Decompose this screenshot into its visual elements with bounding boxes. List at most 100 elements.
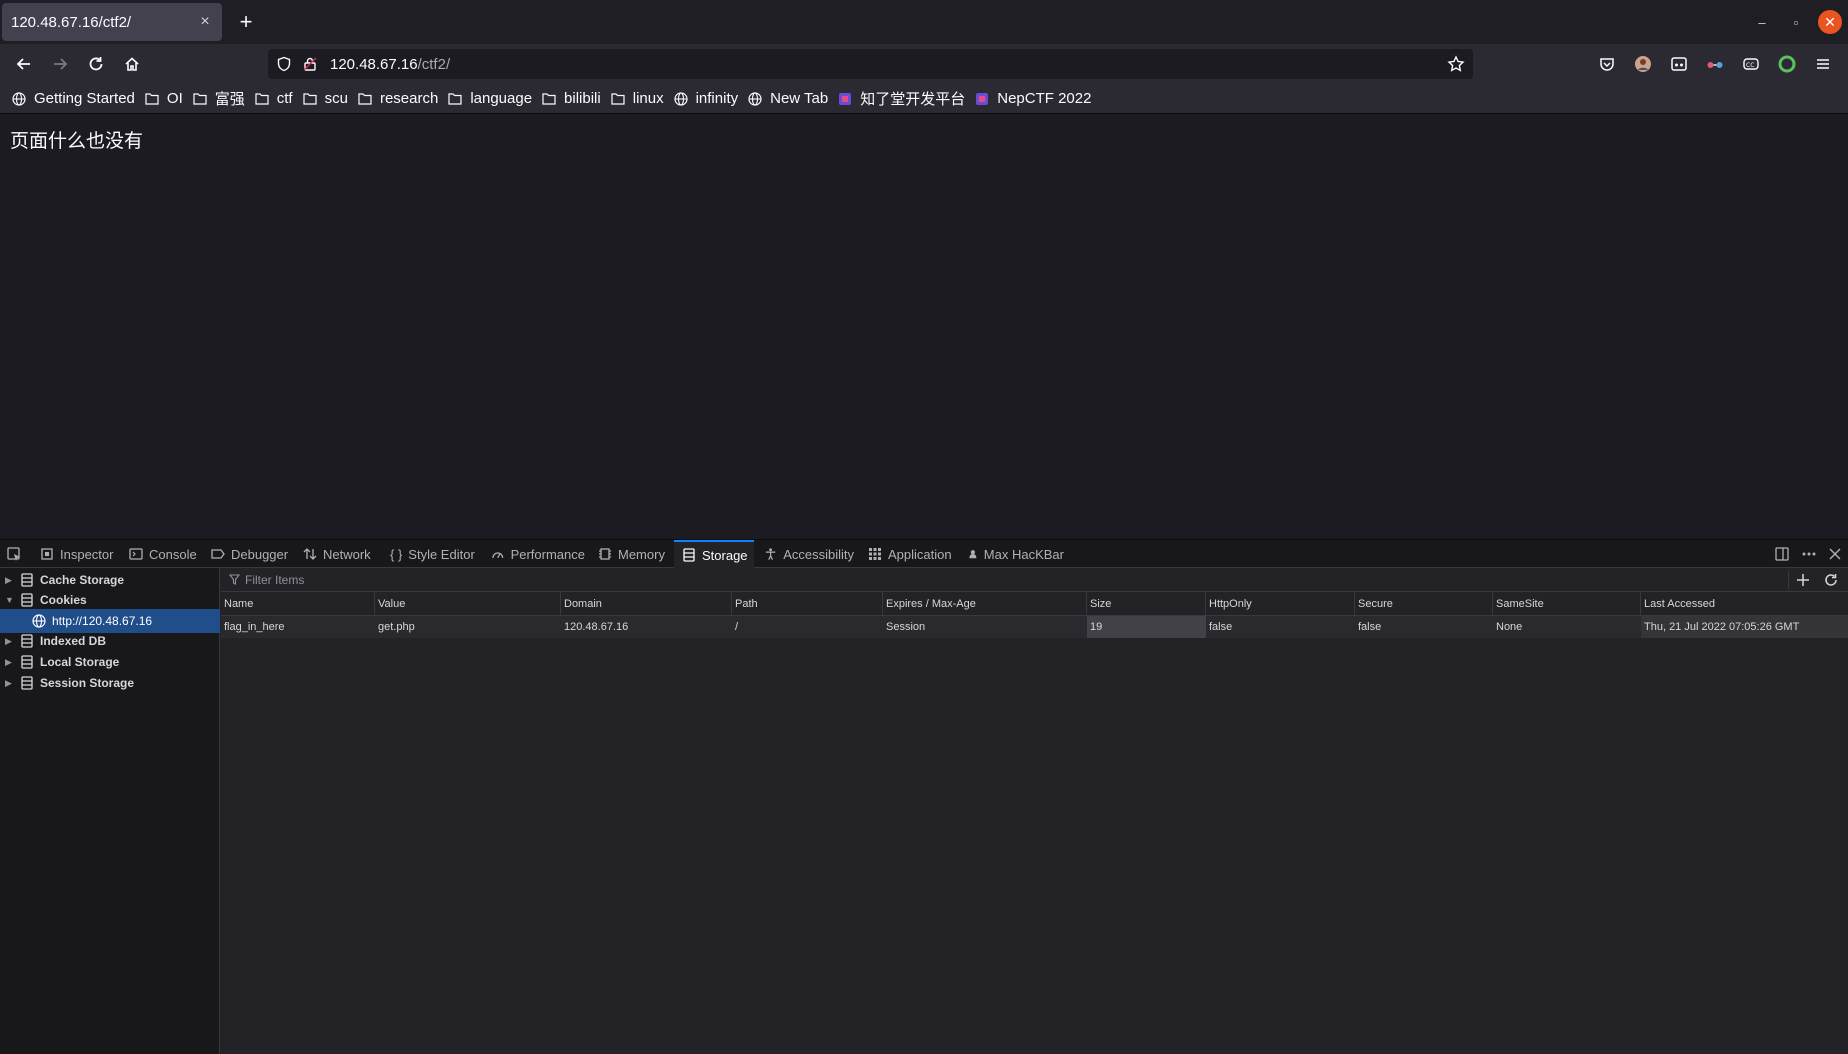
page-content: 页面什么也没有 — [0, 114, 1848, 539]
bookmark-label: research — [379, 90, 439, 107]
green-circle-extension-icon[interactable] — [1775, 52, 1799, 76]
back-arrow-icon[interactable] — [10, 50, 38, 78]
close-devtools-icon[interactable] — [1825, 544, 1845, 564]
bookmark-item[interactable]: NepCTF 2022 — [975, 87, 1091, 111]
close-tab-icon[interactable]: × — [194, 11, 216, 33]
tab-debugger[interactable]: Debugger — [211, 540, 291, 568]
pocket-icon[interactable] — [1595, 52, 1619, 76]
tab-storage[interactable]: Storage — [674, 540, 754, 568]
bookmark-item[interactable]: 富强 — [193, 87, 245, 111]
storage-icon — [21, 573, 33, 587]
bookmark-item[interactable]: infinity — [673, 87, 739, 111]
new-tab-button[interactable]: + — [232, 8, 260, 36]
bookmark-item[interactable]: OI — [145, 87, 183, 111]
cell-samesite[interactable]: None — [1493, 616, 1641, 638]
maximize-icon[interactable]: ▫ — [1784, 10, 1808, 34]
tab-inspector[interactable]: Inspector — [40, 540, 116, 568]
bookmark-item[interactable]: New Tab — [748, 87, 828, 111]
cell-size[interactable]: 19 — [1087, 616, 1206, 638]
storage-icon — [21, 593, 33, 607]
collapse-arrow-icon[interactable]: ▼ — [5, 595, 15, 605]
tab-hackbar[interactable]: Max HacKBar — [968, 540, 1064, 568]
minimize-icon[interactable]: – — [1750, 10, 1774, 34]
window-close-icon[interactable]: ✕ — [1818, 10, 1842, 34]
cell-expires[interactable]: Session — [883, 616, 1087, 638]
element-picker-icon[interactable] — [6, 540, 28, 568]
bookmark-item[interactable]: bilibili — [542, 87, 601, 111]
column-header-path[interactable]: Path — [732, 592, 883, 616]
home-icon[interactable] — [118, 50, 146, 78]
reload-icon[interactable] — [82, 50, 110, 78]
cell-name[interactable]: flag_in_here — [221, 616, 375, 638]
filter-items-input[interactable]: Filter Items — [229, 570, 1789, 589]
bookmark-item[interactable]: scu — [303, 87, 348, 111]
cell-domain[interactable]: 120.48.67.16 — [561, 616, 732, 638]
more-options-icon[interactable] — [1799, 544, 1819, 564]
expand-arrow-icon[interactable]: ▶ — [5, 657, 15, 668]
column-header-name[interactable]: Name — [221, 592, 375, 616]
tab-accessibility[interactable]: Accessibility — [764, 540, 854, 568]
bookmark-label: infinity — [695, 90, 739, 107]
column-header-samesite[interactable]: SameSite — [1493, 592, 1641, 616]
browser-tab[interactable]: 120.48.67.16/ctf2/ × — [2, 3, 222, 41]
tree-item-session-storage[interactable]: ▶ Session Storage — [0, 671, 220, 695]
column-header-secure[interactable]: Secure — [1355, 592, 1493, 616]
cell-last-accessed[interactable]: Thu, 21 Jul 2022 07:05:26 GMT — [1641, 616, 1848, 638]
tab-memory-label: Memory — [618, 546, 665, 562]
folder-icon — [193, 92, 211, 105]
column-header-domain[interactable]: Domain — [561, 592, 732, 616]
column-header-expires[interactable]: Expires / Max-Age — [883, 592, 1087, 616]
cell-path[interactable]: / — [732, 616, 883, 638]
refresh-icon[interactable] — [1821, 570, 1841, 590]
storage-sidebar: ▶ Cache Storage ▼ Cookies http://120.48.… — [0, 568, 220, 1054]
bookmark-item[interactable]: research — [358, 87, 438, 111]
column-header-size[interactable]: Size — [1087, 592, 1206, 616]
bookmark-label: NepCTF 2022 — [997, 90, 1092, 107]
tab-performance[interactable]: Performance — [491, 540, 585, 568]
tab-console[interactable]: Console — [129, 540, 197, 568]
tab-hackbar-label: Max HacKBar — [983, 546, 1064, 562]
profile-avatar-icon[interactable] — [1631, 52, 1655, 76]
tab-storage-label: Storage — [702, 547, 748, 563]
bookmark-star-icon[interactable] — [1447, 55, 1465, 78]
tab-memory[interactable]: Memory — [598, 540, 666, 568]
container-extension-icon[interactable] — [1667, 52, 1691, 76]
column-header-value[interactable]: Value — [375, 592, 561, 616]
bookmark-item[interactable]: linux — [611, 87, 664, 111]
column-header-httponly[interactable]: HttpOnly — [1206, 592, 1355, 616]
bookmark-item[interactable]: Getting Started — [12, 87, 135, 111]
cell-httponly[interactable]: false — [1206, 616, 1355, 638]
bookmark-label: linux — [632, 90, 664, 107]
table-row[interactable]: flag_in_here get.php 120.48.67.16 / Sess… — [221, 616, 1848, 638]
expand-arrow-icon[interactable]: ▶ — [5, 575, 15, 586]
add-item-icon[interactable] — [1793, 570, 1813, 590]
column-header-last-accessed[interactable]: Last Accessed — [1641, 592, 1848, 616]
devtools-panel: Inspector Console Debugger Network { } S… — [0, 539, 1848, 1054]
cell-value[interactable]: get.php — [375, 616, 561, 638]
tab-style-editor-label: Style Editor — [408, 546, 475, 562]
insecure-lock-icon[interactable] — [302, 56, 318, 77]
storage-icon — [21, 655, 33, 669]
hamburger-menu-icon[interactable] — [1811, 52, 1835, 76]
tab-style-editor[interactable]: { } Style Editor — [390, 540, 476, 568]
gauge-icon — [492, 552, 504, 559]
tree-label: Session Storage — [40, 676, 135, 690]
filter-icon — [229, 574, 240, 585]
glasses-extension-icon[interactable] — [1703, 52, 1727, 76]
shield-icon[interactable] — [276, 56, 292, 77]
expand-arrow-icon[interactable]: ▶ — [5, 678, 15, 689]
url-bar[interactable]: 120.48.67.16/ctf2/ — [268, 49, 1473, 79]
dock-side-icon[interactable] — [1772, 544, 1792, 564]
translate-extension-icon[interactable]: CC — [1739, 52, 1763, 76]
tab-debugger-label: Debugger — [231, 546, 289, 562]
bookmark-item[interactable]: language — [448, 87, 532, 111]
tab-network[interactable]: Network — [303, 540, 377, 568]
folder-icon — [448, 92, 466, 105]
forward-arrow-icon[interactable] — [46, 50, 74, 78]
bookmark-item[interactable]: ctf — [255, 87, 293, 111]
globe-icon — [748, 91, 766, 106]
cell-secure[interactable]: false — [1355, 616, 1493, 638]
tab-application[interactable]: Application — [868, 540, 954, 568]
expand-arrow-icon[interactable]: ▶ — [5, 636, 15, 647]
bookmark-item[interactable]: 知了堂开发平台 — [838, 87, 965, 111]
